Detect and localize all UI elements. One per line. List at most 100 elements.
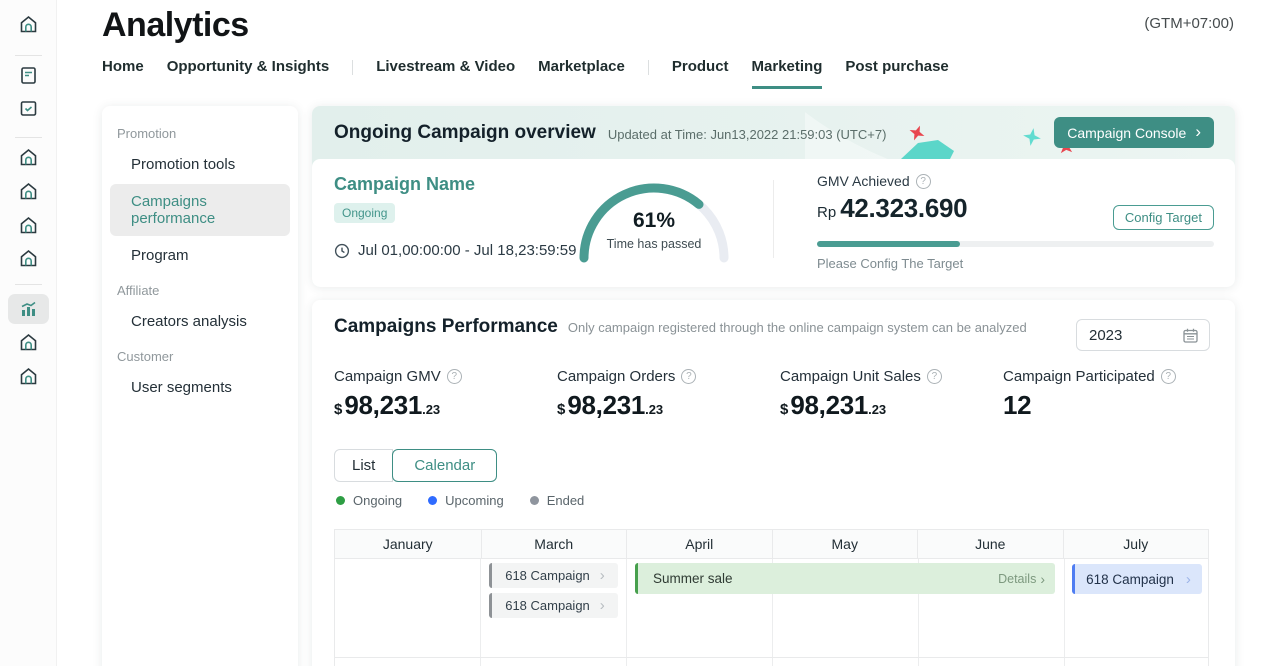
help-icon[interactable]: ? bbox=[1161, 369, 1176, 384]
home-icon[interactable] bbox=[18, 147, 39, 168]
metric-decimal: .23 bbox=[868, 402, 886, 417]
calendar-view-button[interactable]: Calendar bbox=[392, 449, 497, 482]
month-header: May bbox=[772, 530, 918, 558]
metric-campaign-participated: Campaign Participated? 12 bbox=[1003, 368, 1176, 421]
details-label: Details bbox=[998, 572, 1036, 586]
metric-campaign-unit-sales: Campaign Unit Sales? $98,231.23 bbox=[780, 368, 942, 421]
event-bar-summer-sale[interactable]: Summer sale Details › bbox=[635, 563, 1055, 594]
tab-home[interactable]: Home bbox=[102, 58, 144, 89]
campaign-name-link[interactable]: Campaign Name bbox=[334, 174, 577, 195]
home-icon[interactable] bbox=[18, 181, 39, 202]
sidebar-item-program[interactable]: Program bbox=[102, 238, 298, 273]
metric-prefix: $ bbox=[334, 401, 342, 418]
performance-title: Campaigns Performance bbox=[334, 316, 558, 338]
column-divider bbox=[1064, 559, 1065, 666]
time-passed-gauge: 61% Time has passed bbox=[574, 170, 734, 270]
help-icon[interactable]: ? bbox=[927, 369, 942, 384]
config-target-button[interactable]: Config Target bbox=[1113, 205, 1214, 230]
timezone-label: (GTM+07:00) bbox=[1144, 15, 1234, 32]
gmv-label-row: GMV Achieved ? bbox=[817, 173, 1214, 189]
tab-post-purchase[interactable]: Post purchase bbox=[845, 58, 948, 89]
tab-marketing[interactable]: Marketing bbox=[752, 58, 823, 89]
home-icon[interactable] bbox=[18, 366, 39, 387]
tab-marketplace[interactable]: Marketplace bbox=[538, 58, 625, 89]
help-icon[interactable]: ? bbox=[681, 369, 696, 384]
view-toggle: List Calendar bbox=[334, 449, 497, 482]
gauge-caption: Time has passed bbox=[574, 237, 734, 251]
sidebar-item-promotion-tools[interactable]: Promotion tools bbox=[102, 147, 298, 182]
ongoing-campaign-overview-card: Ongoing Campaign overview Updated at Tim… bbox=[312, 106, 1235, 287]
month-header: June bbox=[917, 530, 1063, 558]
metric-number: 12 bbox=[1003, 390, 1031, 421]
metric-label: Campaign Participated bbox=[1003, 368, 1155, 385]
campaign-date-range: Jul 01,00:00:00 - Jul 18,23:59:59 bbox=[334, 242, 577, 259]
overview-updated-time: Updated at Time: Jun13,2022 21:59:03 (UT… bbox=[608, 124, 887, 142]
calendar-body: 618 Campaign › 618 Campaign › Summer sal… bbox=[334, 559, 1209, 666]
month-header: January bbox=[335, 530, 481, 558]
chevron-right-icon: › bbox=[1195, 123, 1201, 142]
home-icon[interactable] bbox=[18, 14, 39, 35]
year-select[interactable]: 2023 bbox=[1076, 319, 1210, 351]
home-icon[interactable] bbox=[18, 215, 39, 236]
performance-header: Campaigns Performance Only campaign regi… bbox=[334, 316, 1027, 338]
ongoing-dot-icon bbox=[336, 496, 345, 505]
month-header: July bbox=[1063, 530, 1209, 558]
status-badge: Ongoing bbox=[334, 203, 395, 223]
campaign-console-label: Campaign Console bbox=[1067, 125, 1186, 141]
campaigns-performance-card: Campaigns Performance Only campaign regi… bbox=[312, 300, 1235, 666]
nav-separator bbox=[352, 60, 353, 75]
event-label: 618 Campaign bbox=[505, 568, 590, 583]
metric-prefix: $ bbox=[780, 401, 788, 418]
vertical-divider bbox=[773, 180, 774, 258]
event-label: 618 Campaign bbox=[505, 598, 590, 613]
sidebar-item-creators-analysis[interactable]: Creators analysis bbox=[102, 304, 298, 339]
tab-product[interactable]: Product bbox=[672, 58, 729, 89]
analytics-chart-icon[interactable] bbox=[18, 299, 39, 320]
column-divider bbox=[480, 559, 481, 666]
month-header: April bbox=[626, 530, 772, 558]
tab-opportunity-insights[interactable]: Opportunity & Insights bbox=[167, 58, 330, 89]
gauge-text: 61% Time has passed bbox=[574, 209, 734, 251]
details-link[interactable]: Details › bbox=[998, 571, 1045, 587]
document-icon[interactable] bbox=[18, 65, 39, 86]
main-nav: Home Opportunity & Insights Livestream &… bbox=[102, 58, 972, 89]
event-label: Summer sale bbox=[653, 571, 733, 586]
ended-dot-icon bbox=[530, 496, 539, 505]
overview-body: Campaign Name Ongoing Jul 01,00:00:00 - … bbox=[312, 159, 1235, 287]
config-target-hint: Please Config The Target bbox=[817, 256, 1214, 271]
page-title: Analytics bbox=[102, 6, 249, 45]
year-value: 2023 bbox=[1089, 327, 1122, 344]
metric-label: Campaign Unit Sales bbox=[780, 368, 921, 385]
gmv-progress-fill bbox=[817, 241, 960, 247]
calendar-check-icon[interactable] bbox=[18, 98, 39, 119]
campaign-console-button[interactable]: Campaign Console › bbox=[1054, 117, 1214, 148]
chevron-right-icon: › bbox=[1186, 571, 1191, 588]
help-icon[interactable]: ? bbox=[916, 174, 931, 189]
gmv-progress-track bbox=[817, 241, 1214, 247]
metric-label: Campaign GMV bbox=[334, 368, 441, 385]
home-icon[interactable] bbox=[18, 248, 39, 269]
sidebar-item-campaigns-performance[interactable]: Campaigns performance bbox=[110, 184, 290, 236]
gmv-amount: 42.323.690 bbox=[840, 193, 967, 224]
sidebar-menu: Promotion Promotion tools Campaigns perf… bbox=[102, 106, 298, 666]
chevron-right-icon: › bbox=[600, 597, 605, 614]
row-divider bbox=[335, 657, 1208, 658]
campaign-info: Campaign Name Ongoing Jul 01,00:00:00 - … bbox=[334, 174, 577, 259]
rail-divider bbox=[15, 284, 42, 285]
home-icon[interactable] bbox=[18, 332, 39, 353]
event-bar-618-campaign[interactable]: 618 Campaign › bbox=[489, 563, 618, 588]
event-bar-618-campaign[interactable]: 618 Campaign › bbox=[1072, 564, 1202, 594]
upcoming-dot-icon bbox=[428, 496, 437, 505]
help-icon[interactable]: ? bbox=[447, 369, 462, 384]
legend-label: Ongoing bbox=[353, 493, 402, 508]
metric-prefix: $ bbox=[557, 401, 565, 418]
clock-icon bbox=[334, 243, 350, 259]
tab-livestream-video[interactable]: Livestream & Video bbox=[376, 58, 515, 89]
legend-upcoming: Upcoming bbox=[428, 493, 504, 508]
sidebar-item-user-segments[interactable]: User segments bbox=[102, 370, 298, 405]
event-bar-618-campaign[interactable]: 618 Campaign › bbox=[489, 593, 618, 618]
nav-separator bbox=[648, 60, 649, 75]
list-view-button[interactable]: List bbox=[334, 449, 393, 482]
metric-decimal: .23 bbox=[645, 402, 663, 417]
legend-ended: Ended bbox=[530, 493, 585, 508]
